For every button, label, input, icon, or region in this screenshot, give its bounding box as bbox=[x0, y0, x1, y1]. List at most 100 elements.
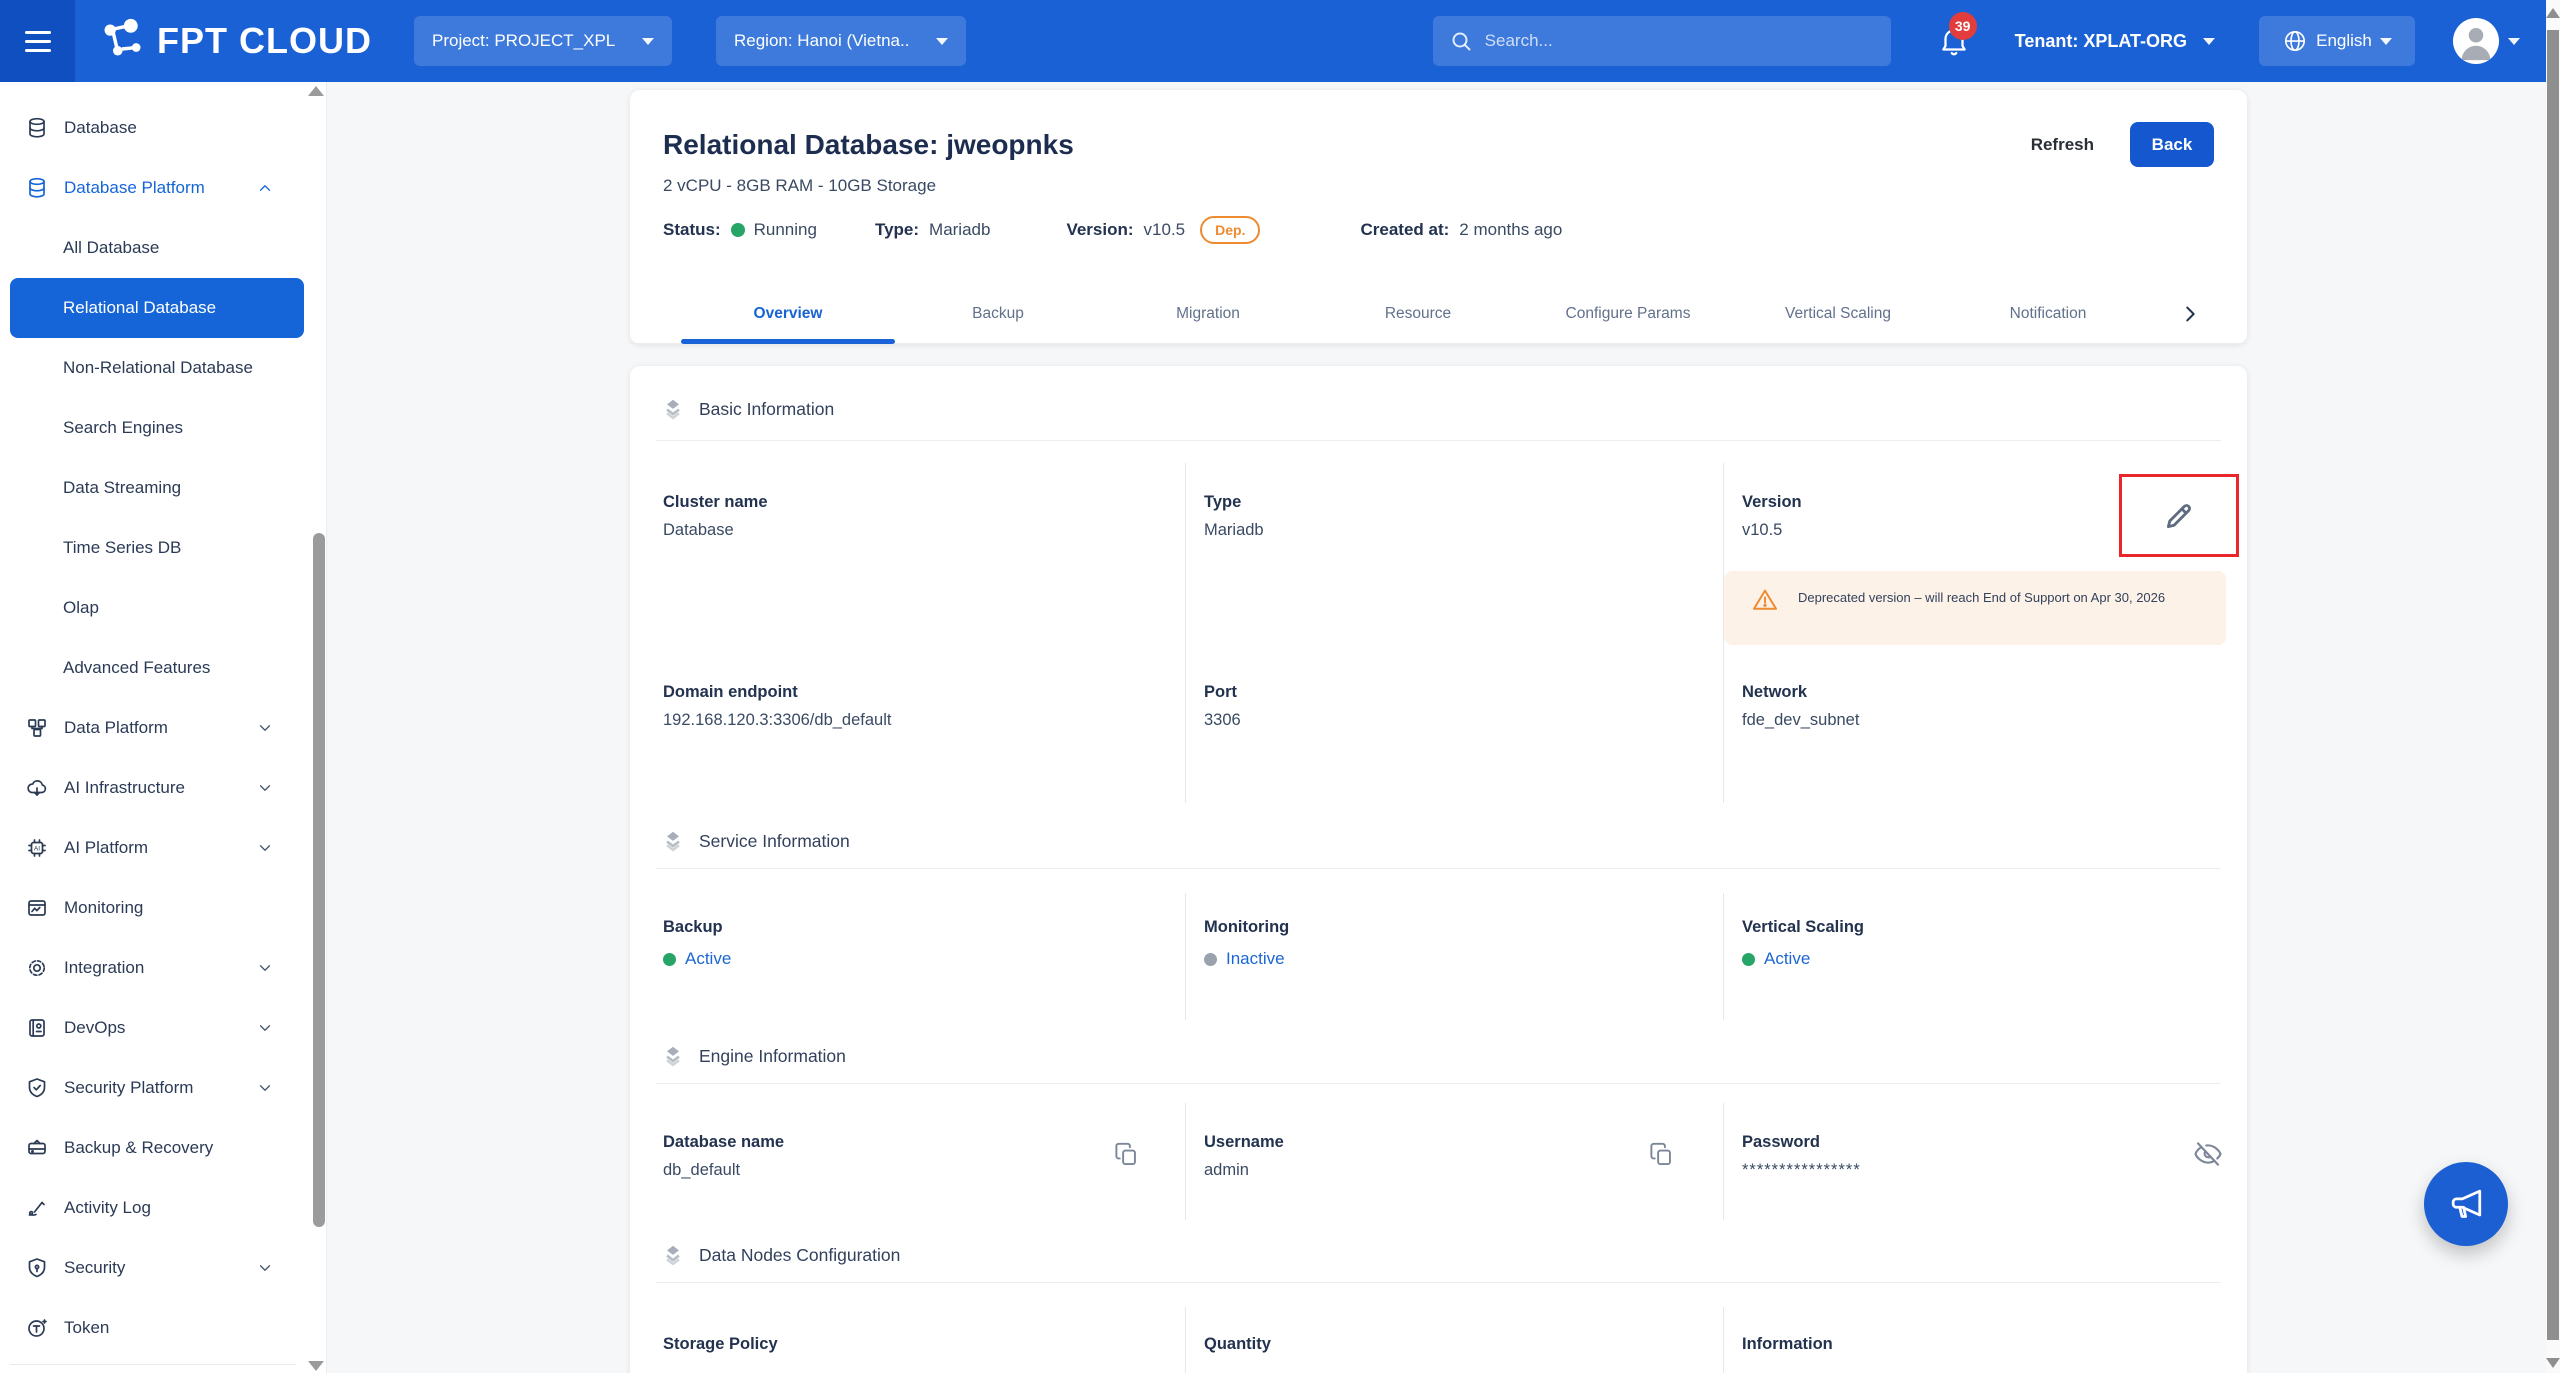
app-screen: FPT CLOUD Project: PROJECT_XPL... Region… bbox=[0, 0, 2560, 1373]
sidebar-item-backup-recovery[interactable]: Backup & Recovery bbox=[0, 1118, 312, 1178]
copy-icon bbox=[1648, 1141, 1675, 1168]
version-label: Version: bbox=[1066, 220, 1133, 240]
chevron-down-icon bbox=[256, 1259, 274, 1277]
chevron-down-icon bbox=[256, 779, 274, 797]
sidebar-item-search-engines[interactable]: Search Engines bbox=[0, 398, 312, 458]
tab-resource[interactable]: Resource bbox=[1313, 284, 1523, 343]
search-input[interactable] bbox=[1485, 31, 1875, 51]
sidebar-item-integration[interactable]: Integration bbox=[0, 938, 312, 998]
section-divider bbox=[656, 440, 2221, 441]
tab-overview[interactable]: Overview bbox=[683, 284, 893, 343]
shield-icon bbox=[25, 1076, 49, 1100]
refresh-button[interactable]: Refresh bbox=[2031, 135, 2094, 155]
hamburger-menu-button[interactable] bbox=[0, 0, 75, 82]
brand-logo[interactable]: FPT CLOUD bbox=[95, 15, 372, 67]
type-label: Type: bbox=[875, 220, 919, 240]
sidebar-item-olap[interactable]: Olap bbox=[0, 578, 312, 638]
gear-icon bbox=[25, 956, 49, 980]
sidebar-item-monitoring[interactable]: Monitoring bbox=[0, 878, 312, 938]
tab-bar: Overview Backup Migration Resource Confi… bbox=[630, 284, 2247, 344]
annotation-highlight-box bbox=[2119, 474, 2239, 557]
language-selector[interactable]: English bbox=[2259, 16, 2415, 66]
chevron-down-icon bbox=[936, 38, 948, 45]
back-button[interactable]: Back bbox=[2130, 122, 2214, 167]
copy-database-name-button[interactable] bbox=[1113, 1141, 1140, 1168]
chevron-down-icon bbox=[256, 719, 274, 737]
section-engine-information: Engine Information bbox=[660, 1043, 846, 1069]
scroll-up-arrow[interactable] bbox=[2546, 8, 2560, 18]
section-title: Service Information bbox=[699, 831, 850, 852]
page-scrollbar-thumb[interactable] bbox=[2547, 30, 2559, 1340]
sidebar-item-activity-log[interactable]: Activity Log bbox=[0, 1178, 312, 1238]
sidebar-item-token[interactable]: Token bbox=[0, 1298, 312, 1358]
notifications-button[interactable]: 39 bbox=[1937, 24, 1971, 58]
tab-migration[interactable]: Migration bbox=[1103, 284, 1313, 343]
sidebar: Database Database Platform All Database … bbox=[0, 82, 327, 1373]
status-dot-green bbox=[731, 223, 745, 237]
sidebar-item-time-series-db[interactable]: Time Series DB bbox=[0, 518, 312, 578]
scroll-down-arrow[interactable] bbox=[2546, 1358, 2560, 1368]
cloud-icon bbox=[25, 776, 49, 800]
tab-backup[interactable]: Backup bbox=[893, 284, 1103, 343]
sidebar-item-advanced-features[interactable]: Advanced Features bbox=[0, 638, 312, 698]
sidebar-item-database-platform[interactable]: Database Platform bbox=[0, 158, 312, 218]
sidebar-item-data-streaming[interactable]: Data Streaming bbox=[0, 458, 312, 518]
vertical-scaling-status-link[interactable]: Active bbox=[1742, 949, 2221, 969]
sidebar-item-all-database[interactable]: All Database bbox=[0, 218, 312, 278]
show-password-button[interactable] bbox=[2193, 1139, 2223, 1169]
region-selector[interactable]: Region: Hanoi (Vietna... bbox=[716, 16, 966, 66]
field-storage-policy: Storage Policy bbox=[656, 1307, 1185, 1373]
announcements-fab[interactable] bbox=[2424, 1162, 2508, 1246]
tab-notification[interactable]: Notification bbox=[1943, 284, 2153, 343]
svg-text:AI: AI bbox=[34, 846, 40, 853]
sidebar-item-relational-database[interactable]: Relational Database bbox=[10, 278, 304, 338]
section-title: Data Nodes Configuration bbox=[699, 1245, 900, 1266]
tab-vertical-scaling[interactable]: Vertical Scaling bbox=[1733, 284, 1943, 343]
sidebar-item-security-platform[interactable]: Security Platform bbox=[0, 1058, 312, 1118]
sidebar-item-ai-infrastructure[interactable]: AI Infrastructure bbox=[0, 758, 312, 818]
database-icon bbox=[25, 116, 49, 140]
monitoring-status-link[interactable]: Inactive bbox=[1204, 949, 1723, 969]
service-information-grid: Backup Active Monitoring Inactive Vertic… bbox=[656, 893, 2221, 1020]
account-menu[interactable] bbox=[2453, 18, 2520, 64]
sidebar-item-non-relational-database[interactable]: Non-Relational Database bbox=[0, 338, 312, 398]
sidebar-item-database[interactable]: Database bbox=[0, 98, 312, 158]
page-title: Relational Database: jweopnks bbox=[663, 129, 1074, 161]
sidebar-item-ai-platform[interactable]: AI AI Platform bbox=[0, 818, 312, 878]
copy-username-button[interactable] bbox=[1648, 1141, 1675, 1168]
sidebar-item-devops[interactable]: DevOps bbox=[0, 998, 312, 1058]
status-dot-green bbox=[1742, 953, 1755, 966]
field-port: Port 3306 bbox=[1185, 653, 1723, 803]
sidebar-scroll-down-arrow[interactable] bbox=[308, 1361, 324, 1371]
section-divider bbox=[656, 868, 2221, 869]
pen-icon bbox=[25, 1196, 49, 1220]
shield-icon bbox=[25, 1256, 49, 1280]
main-content: Relational Database: jweopnks Refresh Ba… bbox=[327, 82, 2546, 1373]
fpt-logo-icon bbox=[95, 15, 147, 67]
global-search bbox=[1433, 16, 1891, 66]
layers-icon bbox=[660, 396, 686, 422]
field-database-name: Database name db_default bbox=[656, 1103, 1185, 1220]
backup-status-link[interactable]: Active bbox=[663, 949, 1185, 969]
project-selector[interactable]: Project: PROJECT_XPL... bbox=[414, 16, 672, 66]
tenant-selector[interactable]: Tenant: XPLAT-ORG bbox=[2015, 31, 2215, 52]
book-icon bbox=[25, 1016, 49, 1040]
field-domain-endpoint: Domain endpoint 192.168.120.3:3306/db_de… bbox=[656, 653, 1185, 803]
status-label: Status: bbox=[663, 220, 721, 240]
tabs-overflow-button[interactable] bbox=[2175, 299, 2205, 329]
sidebar-scrollbar-thumb[interactable] bbox=[313, 533, 325, 1227]
tab-configure-params[interactable]: Configure Params bbox=[1523, 284, 1733, 343]
status-dot-green bbox=[663, 953, 676, 966]
sidebar-item-security[interactable]: Security bbox=[0, 1238, 312, 1298]
eye-off-icon bbox=[2193, 1139, 2223, 1169]
sidebar-scroll-up-arrow[interactable] bbox=[308, 86, 324, 96]
sidebar-item-data-platform[interactable]: Data Platform bbox=[0, 698, 312, 758]
edit-version-button[interactable] bbox=[2162, 499, 2196, 533]
token-icon bbox=[25, 1316, 49, 1340]
version-value: v10.5 bbox=[1144, 220, 1186, 240]
language-label: English bbox=[2316, 31, 2372, 51]
database-icon bbox=[25, 176, 49, 200]
field-information: Information bbox=[1723, 1307, 2221, 1373]
region-selector-label: Region: Hanoi (Vietna... bbox=[734, 31, 910, 51]
project-selector-label: Project: PROJECT_XPL... bbox=[432, 31, 616, 51]
